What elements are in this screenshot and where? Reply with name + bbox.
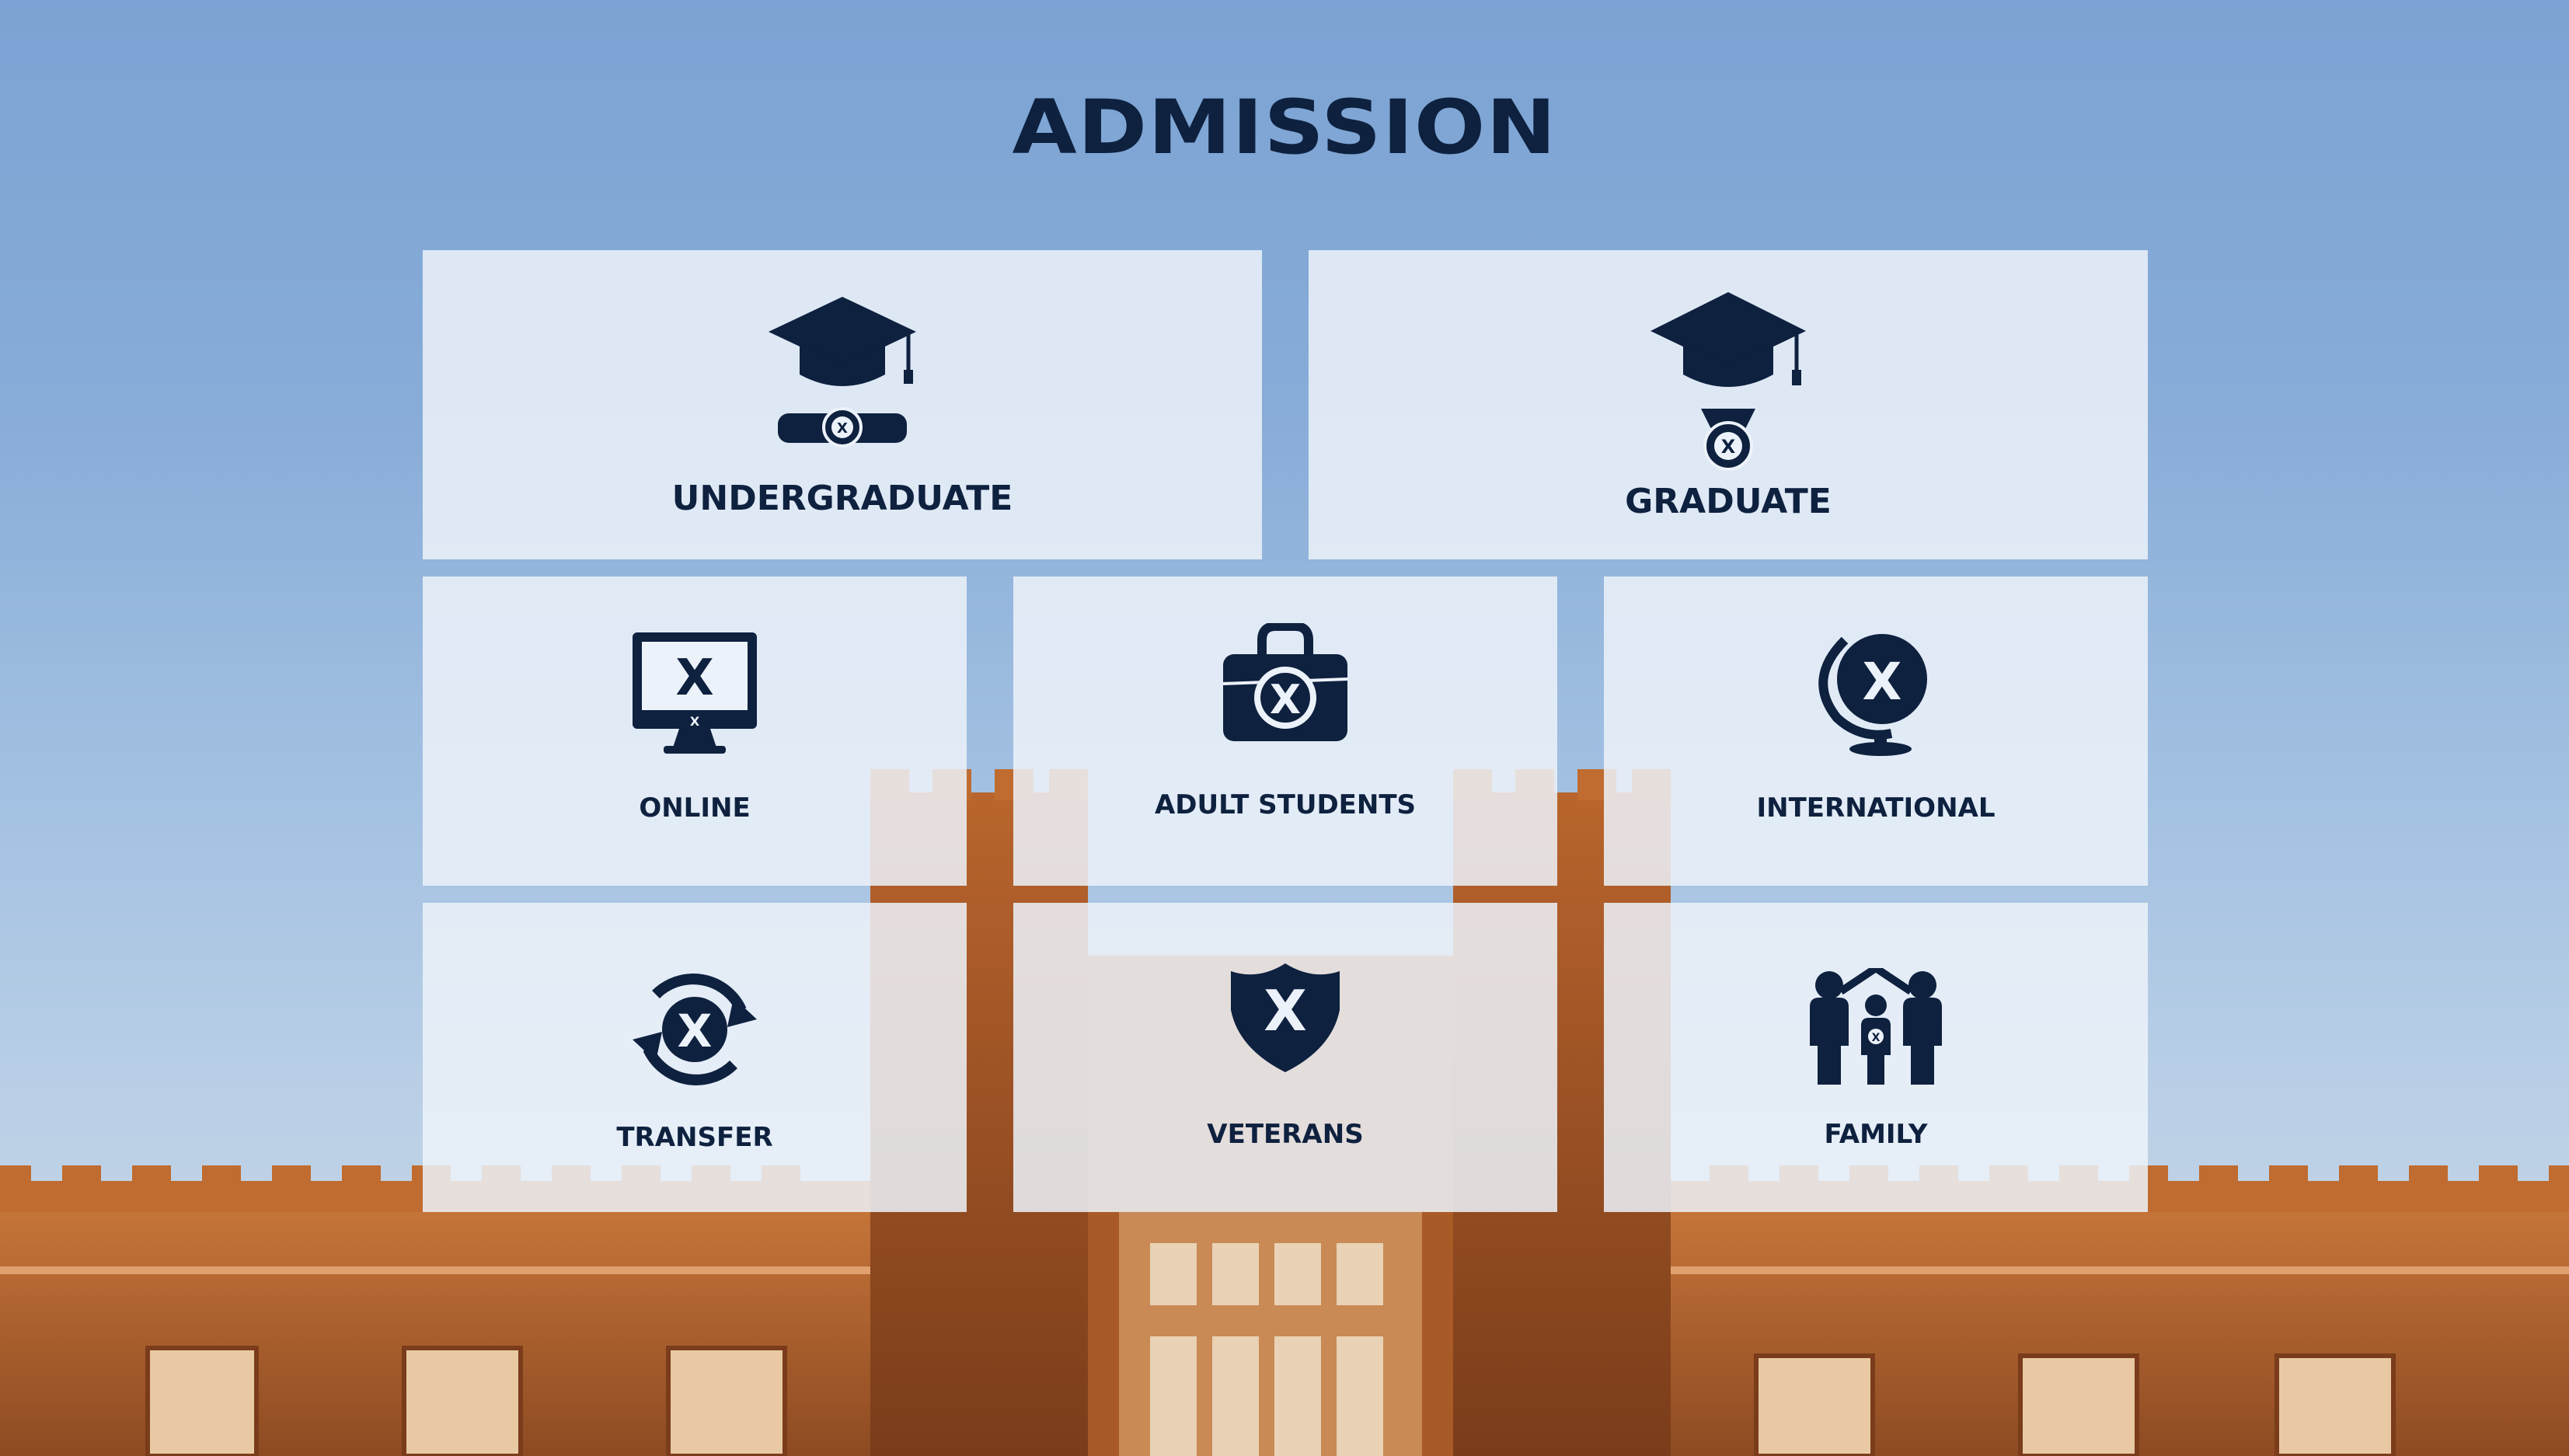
svg-text:X: X [837,420,848,437]
tile-graduate-label: GRADUATE [1625,482,1832,521]
tile-adult-students[interactable]: X ADULT STUDENTS [1013,576,1557,886]
tile-adult-students-label: ADULT STUDENTS [1154,789,1417,820]
transfer-arrows-icon: X [625,963,765,1099]
tile-undergraduate[interactable]: X UNDERGRADUATE [423,250,1262,559]
computer-monitor-icon: X X [633,632,757,761]
tile-graduate[interactable]: X GRADUATE [1309,250,2148,559]
graduation-cap-diploma-icon: X [769,297,916,456]
page-title: ADMISSION [1012,84,1557,171]
tile-veterans-label: VETERANS [1207,1119,1364,1150]
tile-veterans[interactable]: X VETERANS [1013,903,1557,1212]
svg-text:X: X [1872,1032,1881,1044]
svg-text:X: X [675,650,713,707]
tile-undergraduate-label: UNDERGRADUATE [671,479,1013,518]
svg-text:X: X [1721,436,1736,458]
tile-international[interactable]: X INTERNATIONAL [1604,576,2148,886]
svg-text:X: X [1270,677,1301,723]
tile-online-label: ONLINE [639,792,751,824]
tile-transfer-label: TRANSFER [616,1122,773,1153]
tile-family-label: FAMILY [1824,1119,1928,1150]
svg-text:X: X [1264,978,1307,1043]
tile-family[interactable]: X FAMILY [1604,903,2148,1212]
briefcase-icon: X [1222,622,1348,751]
shield-icon: X [1231,963,1340,1076]
svg-text:X: X [1863,652,1902,712]
svg-text:X: X [678,1005,713,1057]
family-house-icon: X [1810,963,1942,1089]
graduation-cap-medal-icon: X [1651,292,1806,475]
tile-international-label: INTERNATIONAL [1756,792,1996,824]
tile-online[interactable]: X X ONLINE [423,576,967,886]
svg-text:X: X [690,714,700,729]
tile-transfer[interactable]: X TRANSFER [423,903,967,1212]
globe-icon: X [1814,625,1938,761]
